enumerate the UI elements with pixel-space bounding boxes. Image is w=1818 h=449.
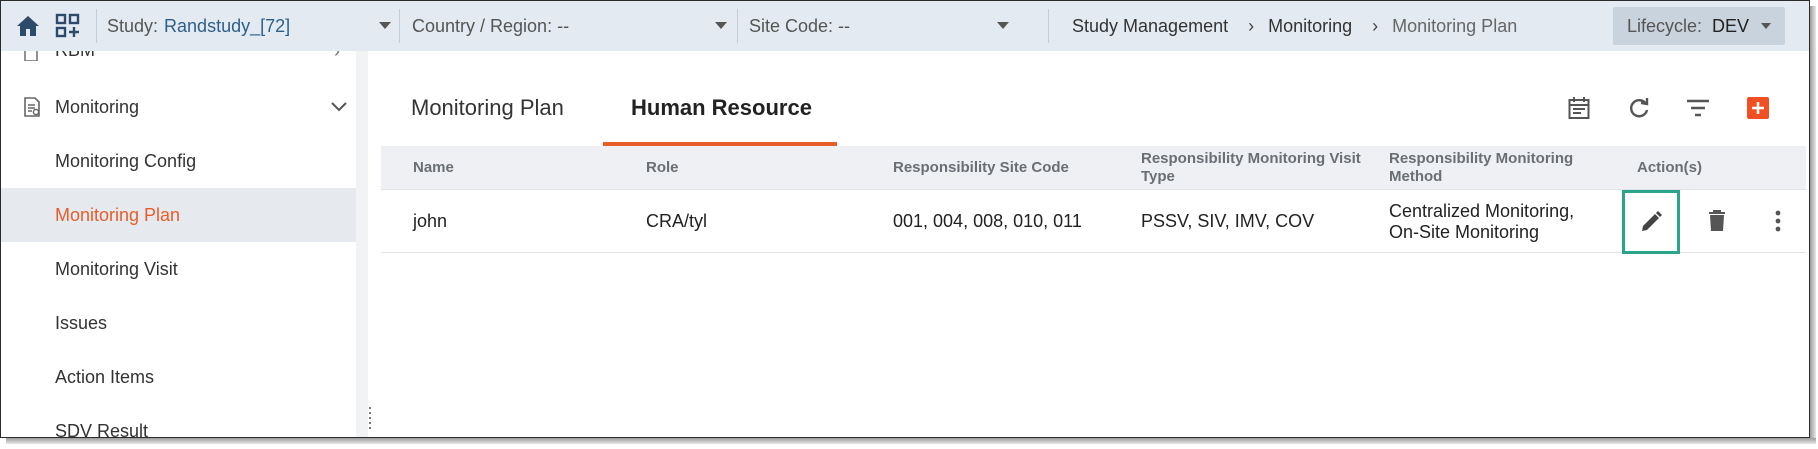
- top-bar: Study: Randstudy_[72] Country / Region: …: [1, 1, 1809, 51]
- cell-site-code: 001, 004, 008, 010, 011: [893, 211, 1082, 231]
- breadcrumb-item[interactable]: Study Management: [1072, 16, 1228, 37]
- country-region-label: Country / Region: --: [412, 15, 570, 36]
- divider: [737, 9, 738, 43]
- cell-method: Centralized Monitoring, On-Site Monitori…: [1389, 200, 1575, 242]
- add-icon[interactable]: [1743, 93, 1773, 123]
- sidebar-item-label: Monitoring Plan: [55, 204, 181, 225]
- column-header-visit-type[interactable]: Responsibility Monitoring Visit Type: [1141, 146, 1361, 190]
- sidebar-item-monitoring-visit[interactable]: Monitoring Visit: [1, 242, 356, 296]
- sidebar-item-monitoring[interactable]: Monitoring: [1, 80, 356, 134]
- sidebar-item-sdv-result[interactable]: SDV Result: [1, 404, 356, 438]
- tab-monitoring-plan[interactable]: Monitoring Plan: [411, 69, 564, 146]
- filter-icon[interactable]: [1683, 93, 1713, 123]
- sidebar-item-label: Issues: [55, 312, 108, 333]
- study-selector[interactable]: Study: Randstudy_[72]: [107, 1, 290, 51]
- main-panel: Monitoring Plan Human Resource Name Role…: [381, 69, 1806, 437]
- home-icon[interactable]: [13, 11, 43, 41]
- study-label: Study:: [107, 15, 159, 36]
- column-header-site-code[interactable]: Responsibility Site Code: [893, 146, 1069, 190]
- site-code-selector[interactable]: Site Code: --: [749, 1, 850, 51]
- table-row[interactable]: john CRA/tyl 001, 004, 008, 010, 011 PSS…: [381, 190, 1806, 254]
- chevron-down-icon: [1761, 23, 1772, 29]
- sidebar-item-label: Monitoring Visit: [55, 258, 178, 279]
- sidebar-item-rbm[interactable]: RBM ›: [1, 51, 356, 63]
- cell-name: john: [413, 211, 448, 231]
- document-icon: [24, 51, 38, 61]
- delete-button[interactable]: [1702, 206, 1732, 236]
- cell-visit-type: PSSV, SIV, IMV, COV: [1141, 211, 1315, 231]
- chevron-up-icon[interactable]: [331, 102, 347, 112]
- window-shadow: [6, 438, 1816, 444]
- more-vertical-icon: [1775, 210, 1781, 232]
- breadcrumb-current: Monitoring Plan: [1392, 15, 1518, 36]
- divider: [96, 9, 97, 43]
- divider: [1048, 9, 1049, 43]
- lifecycle-value: DEV: [1712, 15, 1750, 36]
- sidebar-item-monitoring-plan[interactable]: Monitoring Plan: [1, 188, 356, 242]
- sidebar-item-label: Monitoring: [55, 96, 140, 117]
- cell-role: CRA/tyl: [646, 211, 708, 231]
- sidebar-item-label: Monitoring Config: [55, 150, 197, 171]
- delete-icon: [1709, 210, 1725, 231]
- edit-button[interactable]: [1622, 190, 1680, 254]
- sidebar-item-label: SDV Result: [55, 420, 149, 438]
- calendar-icon[interactable]: [1564, 93, 1594, 123]
- refresh-icon[interactable]: [1624, 93, 1654, 123]
- column-header-method[interactable]: Responsibility Monitoring Method: [1389, 146, 1589, 190]
- sidebar-item-label: Action Items: [55, 366, 155, 387]
- edit-icon: [1642, 211, 1662, 231]
- chevron-right-icon: ›: [1372, 15, 1379, 36]
- chevron-right-icon: ›: [334, 51, 340, 61]
- chevron-right-icon: ›: [1248, 15, 1255, 36]
- breadcrumb: Study Management › Monitoring › Monitori…: [1072, 1, 1517, 51]
- sidebar-item-issues[interactable]: Issues: [1, 296, 356, 350]
- lifecycle-label: Lifecycle:: [1627, 15, 1703, 36]
- breadcrumb-item[interactable]: Monitoring: [1268, 16, 1352, 37]
- site-code-label: Site Code: --: [749, 15, 851, 36]
- sidebar-item-action-items[interactable]: Action Items: [1, 350, 356, 404]
- sidebar: RBM › Monitoring Monitoring Config Monit…: [1, 51, 356, 438]
- study-value: Randstudy_[72]: [164, 15, 291, 36]
- tab-bar: Monitoring Plan Human Resource: [381, 69, 1806, 146]
- app-window: Study: Randstudy_[72] Country / Region: …: [0, 0, 1810, 438]
- monitoring-doc-icon: [24, 97, 40, 117]
- table-header: Name Role Responsibility Site Code Respo…: [381, 146, 1806, 190]
- column-header-role[interactable]: Role: [646, 146, 679, 190]
- country-region-selector[interactable]: Country / Region: --: [412, 1, 569, 51]
- chevron-down-icon[interactable]: [379, 22, 391, 29]
- apps-add-icon[interactable]: [53, 11, 83, 41]
- tab-human-resource[interactable]: Human Resource: [631, 69, 812, 146]
- sidebar-item-monitoring-config[interactable]: Monitoring Config: [1, 134, 356, 188]
- lifecycle-selector[interactable]: Lifecycle: DEV: [1613, 7, 1785, 45]
- column-header-actions: Action(s): [1637, 159, 1702, 176]
- more-button[interactable]: [1763, 206, 1793, 236]
- sidebar-resize-strip: [356, 51, 368, 437]
- window-shadow: [1810, 6, 1816, 442]
- drag-handle-icon[interactable]: [369, 407, 379, 435]
- sidebar-item-label: RBM: [55, 51, 95, 61]
- column-header-name[interactable]: Name: [413, 146, 454, 190]
- chevron-down-icon[interactable]: [715, 22, 727, 29]
- divider: [399, 9, 400, 43]
- chevron-down-icon[interactable]: [997, 22, 1009, 29]
